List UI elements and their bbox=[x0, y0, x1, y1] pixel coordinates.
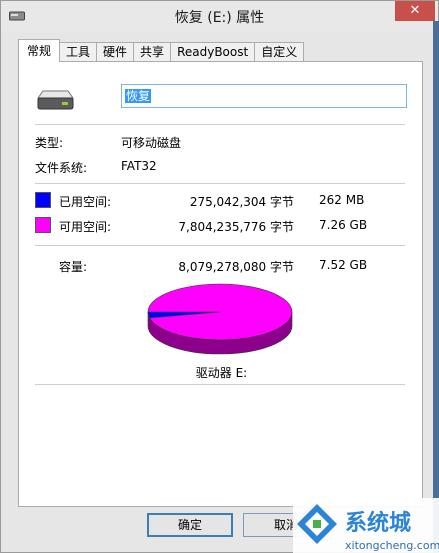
pie-slice-free bbox=[147, 283, 293, 341]
tab-strip: 常规 工具 硬件 共享 ReadyBoost 自定义 bbox=[18, 39, 305, 62]
tab-general[interactable]: 常规 bbox=[18, 39, 61, 62]
capacity-size: 7.52 GB bbox=[319, 258, 368, 272]
tab-customize[interactable]: 自定义 bbox=[254, 42, 305, 62]
divider bbox=[35, 124, 405, 125]
free-space-label: 可用空间: bbox=[59, 220, 112, 234]
watermark-brand: 系统城 bbox=[345, 510, 411, 536]
title-bar[interactable]: 恢复 (E:) 属性 ✕ bbox=[1, 1, 438, 32]
capacity-bytes: 8,079,278,080 字节 bbox=[178, 260, 294, 274]
disk-usage-pie-chart bbox=[147, 283, 293, 355]
close-button[interactable]: ✕ bbox=[395, 1, 435, 21]
background-window-edge bbox=[433, 21, 439, 553]
used-space-swatch bbox=[35, 192, 51, 208]
ok-button[interactable]: 确定 bbox=[147, 513, 233, 537]
removable-drive-icon bbox=[37, 90, 74, 110]
type-label: 类型: bbox=[35, 136, 64, 150]
watermark-url: xitongcheng.com bbox=[345, 539, 439, 552]
divider bbox=[35, 245, 405, 246]
drive-name-input[interactable]: 恢复 bbox=[121, 84, 407, 108]
free-space-swatch bbox=[35, 217, 51, 233]
drive-letter-label: 驱动器 E: bbox=[195, 366, 248, 380]
free-space-bytes: 7,804,235,776 字节 bbox=[178, 220, 294, 234]
general-panel: 恢复 类型: 可移动磁盘 文件系统: FAT32 已用空间: 275,042,3… bbox=[18, 61, 423, 507]
filesystem-value: FAT32 bbox=[121, 159, 157, 173]
free-space-size: 7.26 GB bbox=[319, 218, 368, 232]
used-space-label: 已用空间: bbox=[59, 195, 112, 209]
tab-readyboost[interactable]: ReadyBoost bbox=[170, 42, 256, 62]
type-value: 可移动磁盘 bbox=[121, 136, 182, 150]
drive-name-value: 恢复 bbox=[125, 89, 152, 103]
watermark: 系统城 xitongcheng.com bbox=[293, 498, 439, 553]
window-title: 恢复 (E:) 属性 bbox=[174, 10, 265, 26]
capacity-label: 容量: bbox=[59, 260, 88, 274]
divider bbox=[35, 183, 405, 184]
filesystem-label: 文件系统: bbox=[35, 161, 88, 175]
used-space-size: 262 MB bbox=[319, 193, 365, 207]
properties-window: 恢复 (E:) 属性 ✕ 常规 工具 硬件 共享 ReadyBoost 自定义 … bbox=[0, 0, 439, 553]
divider bbox=[35, 384, 405, 385]
tab-sharing[interactable]: 共享 bbox=[133, 42, 172, 62]
tab-tools[interactable]: 工具 bbox=[59, 42, 98, 62]
tab-hardware[interactable]: 硬件 bbox=[96, 42, 135, 62]
used-space-bytes: 275,042,304 字节 bbox=[189, 195, 294, 209]
